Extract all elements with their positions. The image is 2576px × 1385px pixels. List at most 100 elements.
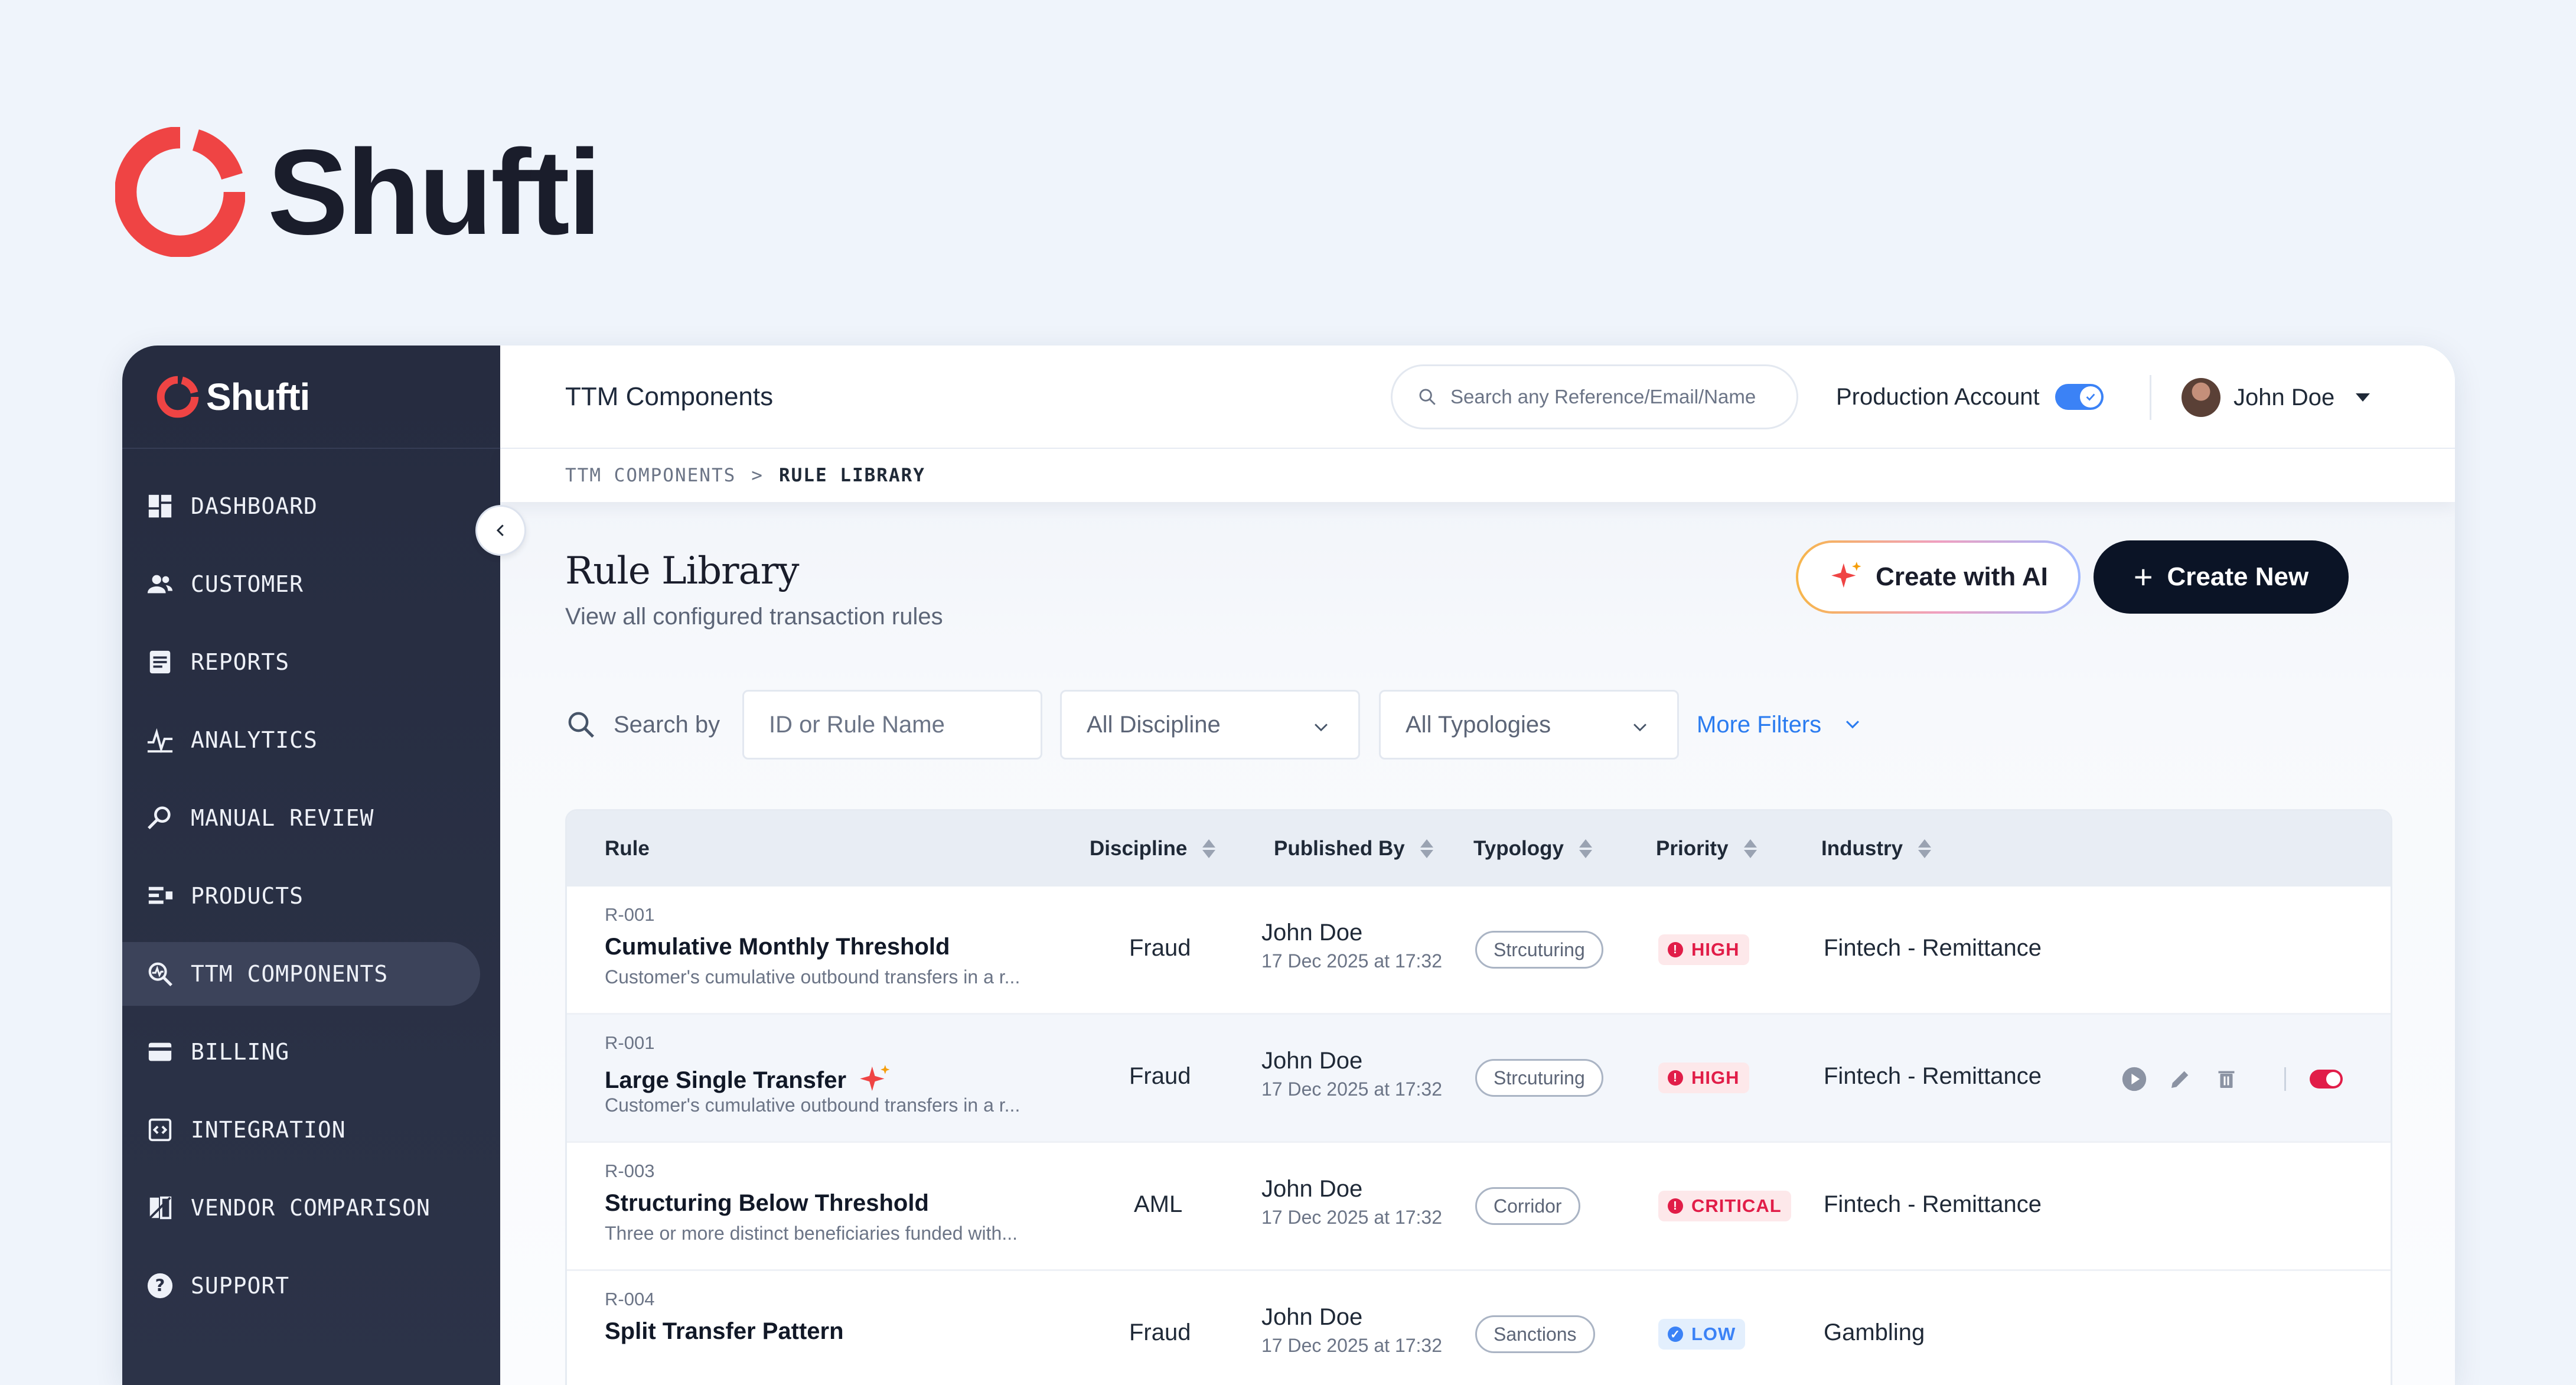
main-area: TTM Components Search any Reference/Emai… bbox=[500, 346, 2455, 1385]
rule-discipline: Fraud bbox=[1129, 1319, 1191, 1345]
column-header-discipline[interactable]: Discipline bbox=[1090, 811, 1216, 887]
rule-id: R-004 bbox=[605, 1289, 655, 1309]
sidebar-item-analytics[interactable]: ANALYTICS bbox=[122, 708, 480, 772]
billing-icon bbox=[145, 1037, 175, 1067]
table-row[interactable]: R-003 Structuring Below Threshold Three … bbox=[567, 1143, 2391, 1271]
sidebar-item-support[interactable]: ? SUPPORT bbox=[122, 1254, 480, 1318]
sidebar-item-reports[interactable]: REPORTS bbox=[122, 630, 480, 694]
sidebar-item-manual-review[interactable]: MANUAL REVIEW bbox=[122, 786, 480, 850]
support-icon: ? bbox=[145, 1270, 175, 1301]
topbar: TTM Components Search any Reference/Emai… bbox=[500, 346, 2455, 449]
sidebar-nav: DASHBOARD CUSTOMER REPORTS ANALYTICS MAN… bbox=[122, 474, 500, 1332]
sidebar: Shufti DASHBOARD CUSTOMER REPORTS ANALYT… bbox=[122, 346, 500, 1385]
column-header-typology[interactable]: Typology bbox=[1473, 811, 1592, 887]
breadcrumb: TTM COMPONENTS > RULE LIBRARY bbox=[500, 449, 2455, 502]
typology-badge: Strcuturing bbox=[1475, 1059, 1603, 1097]
published-by-name: John Doe bbox=[1261, 920, 1363, 946]
actions-divider bbox=[2284, 1067, 2286, 1091]
rules-table: Rule Discipline Published By Typology Pr… bbox=[565, 809, 2392, 1385]
more-filters-button[interactable]: More Filters bbox=[1697, 690, 1863, 760]
sidebar-item-vendor-comparison[interactable]: VENDOR COMPARISON bbox=[122, 1176, 480, 1240]
sidebar-item-label: BILLING bbox=[191, 1039, 290, 1065]
sidebar-item-dashboard[interactable]: DASHBOARD bbox=[122, 474, 480, 538]
user-menu[interactable]: John Doe bbox=[2182, 375, 2370, 420]
sidebar-item-label: INTEGRATION bbox=[191, 1117, 346, 1143]
sparkle-icon bbox=[860, 1065, 890, 1091]
chevron-down-icon bbox=[1846, 721, 1860, 729]
rule-industry: Fintech - Remittance bbox=[1824, 935, 2042, 961]
search-icon bbox=[1419, 389, 1436, 405]
chevron-left-icon bbox=[496, 524, 504, 536]
rule-name: Split Transfer Pattern bbox=[605, 1318, 844, 1344]
create-new-button[interactable]: + Create New bbox=[2094, 540, 2349, 614]
priority-badge: ! HIGH bbox=[1658, 1063, 1749, 1093]
manual-review-icon bbox=[145, 803, 175, 833]
sidebar-item-integration[interactable]: INTEGRATION bbox=[122, 1098, 480, 1162]
page-title: Rule Library bbox=[565, 549, 800, 593]
search-icon bbox=[568, 712, 595, 738]
priority-badge: ! CRITICAL bbox=[1658, 1191, 1791, 1221]
rule-id: R-001 bbox=[605, 904, 655, 925]
sidebar-item-label: DASHBOARD bbox=[191, 493, 318, 519]
rule-name: Structuring Below Threshold bbox=[605, 1190, 929, 1216]
breadcrumb-current: RULE LIBRARY bbox=[778, 465, 925, 486]
toggle-knob bbox=[2079, 386, 2101, 408]
topbar-divider bbox=[2150, 375, 2151, 420]
rule-search-input[interactable]: ID or Rule Name bbox=[742, 690, 1042, 760]
production-account-toggle[interactable] bbox=[2055, 384, 2104, 410]
typologies-select[interactable]: All Typologies bbox=[1379, 690, 1679, 760]
sidebar-item-billing[interactable]: BILLING bbox=[122, 1020, 480, 1084]
global-search-input[interactable]: Search any Reference/Email/Name bbox=[1391, 364, 1798, 429]
delete-icon[interactable] bbox=[2212, 1065, 2241, 1093]
page-subtitle: View all configured transaction rules bbox=[565, 604, 943, 630]
avatar bbox=[2182, 378, 2220, 417]
breadcrumb-separator: > bbox=[751, 465, 764, 486]
rule-active-toggle[interactable] bbox=[2310, 1069, 2343, 1089]
breadcrumb-parent[interactable]: TTM COMPONENTS bbox=[565, 465, 736, 486]
sidebar-item-label: ANALYTICS bbox=[191, 727, 318, 753]
rule-name: Large Single Transfer bbox=[605, 1062, 894, 1099]
reports-icon bbox=[145, 647, 175, 677]
create-new-label: Create New bbox=[2167, 562, 2309, 591]
sidebar-logo[interactable]: Shufti bbox=[122, 346, 500, 449]
rule-id: R-001 bbox=[605, 1032, 655, 1053]
sidebar-logo-text: Shufti bbox=[206, 375, 310, 418]
search-by: Search by bbox=[565, 690, 720, 760]
sidebar-item-customer[interactable]: CUSTOMER bbox=[122, 552, 480, 616]
sidebar-item-products[interactable]: PRODUCTS bbox=[122, 864, 480, 928]
typology-badge: Corridor bbox=[1475, 1187, 1580, 1225]
play-icon[interactable] bbox=[2120, 1065, 2148, 1093]
column-header-rule: Rule bbox=[605, 837, 650, 860]
column-header-priority[interactable]: Priority bbox=[1656, 811, 1757, 887]
sort-icon bbox=[1579, 839, 1592, 858]
sidebar-item-ttm-components[interactable]: TTM COMPONENTS bbox=[122, 942, 480, 1006]
create-with-ai-button[interactable]: Create with AI bbox=[1796, 540, 2081, 614]
rule-name: Cumulative Monthly Threshold bbox=[605, 934, 950, 960]
table-row[interactable]: R-004 Split Transfer Pattern Fraud John … bbox=[567, 1271, 2391, 1385]
alert-icon: ! bbox=[1668, 1198, 1683, 1214]
sort-icon bbox=[1420, 839, 1433, 858]
rule-discipline: Fraud bbox=[1129, 1063, 1191, 1089]
published-by-name: John Doe bbox=[1261, 1048, 1363, 1074]
row-actions bbox=[2120, 1015, 2343, 1143]
sidebar-collapse-button[interactable] bbox=[475, 505, 526, 556]
vendor-comparison-icon bbox=[145, 1192, 175, 1223]
rule-id: R-003 bbox=[605, 1161, 655, 1181]
rule-description: Three or more distinct beneficiaries fun… bbox=[605, 1223, 1018, 1244]
rule-search-placeholder: ID or Rule Name bbox=[769, 711, 945, 738]
table-row[interactable]: R-001 Cumulative Monthly Threshold Custo… bbox=[567, 887, 2391, 1015]
column-header-published-by[interactable]: Published By bbox=[1274, 811, 1433, 887]
products-icon bbox=[145, 881, 175, 911]
search-by-label: Search by bbox=[614, 711, 720, 738]
edit-icon[interactable] bbox=[2166, 1065, 2195, 1093]
table-row[interactable]: R-001 Large Single Transfer Customer's c… bbox=[567, 1015, 2391, 1143]
topbar-title: TTM Components bbox=[565, 382, 774, 411]
toggle-knob bbox=[2326, 1071, 2340, 1086]
check-circle-icon: ✓ bbox=[1668, 1327, 1683, 1342]
sidebar-item-label: MANUAL REVIEW bbox=[191, 805, 374, 831]
discipline-select[interactable]: All Discipline bbox=[1060, 690, 1360, 760]
alert-icon: ! bbox=[1668, 1070, 1683, 1086]
plus-icon: + bbox=[2133, 558, 2153, 595]
column-header-industry[interactable]: Industry bbox=[1821, 811, 1932, 887]
users-icon bbox=[145, 569, 175, 599]
